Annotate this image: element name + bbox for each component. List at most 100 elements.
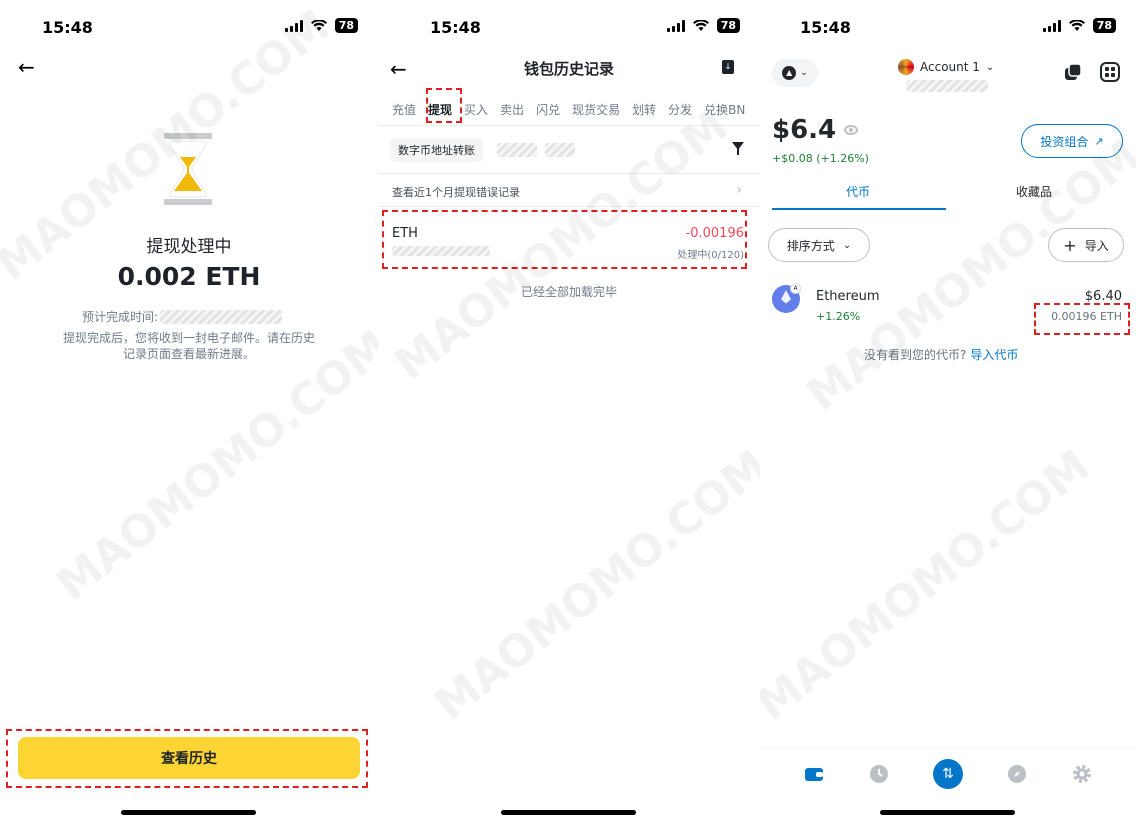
account-selector[interactable]: Account 1 ⌄ xyxy=(898,59,994,75)
status-time: 15:48 xyxy=(42,18,93,37)
qr-scan-icon[interactable] xyxy=(1100,62,1120,82)
metamask-wallet-screen: 15:48 78 ▲ ⌄ Account 1 ⌄ $6.4 +$0.08 (+1… xyxy=(760,0,1136,823)
sort-button[interactable]: 排序方式 ⌄ xyxy=(768,228,870,262)
filter-icon[interactable] xyxy=(732,142,744,155)
chevron-down-icon: ⌄ xyxy=(842,239,852,251)
status-icons: 78 xyxy=(1042,18,1116,33)
tab-transfer[interactable]: 划转 xyxy=(632,101,656,118)
divider xyxy=(378,173,760,174)
explore-compass-icon[interactable] xyxy=(1007,764,1027,784)
status-time: 15:48 xyxy=(430,18,481,37)
status-time: 15:48 xyxy=(800,18,851,37)
plus-icon: + xyxy=(1063,235,1077,255)
eta-row: 预计完成时间: xyxy=(82,308,283,325)
signal-icon xyxy=(284,19,303,32)
wifi-icon xyxy=(310,19,327,31)
chevron-down-icon: ⌄ xyxy=(985,61,995,73)
wallet-history-screen: 15:48 78 ← 钱包历史记录 ↓ 充值 提现 买入 卖出 闪兑 现货交易 … xyxy=(378,0,760,823)
redacted-eta xyxy=(160,309,283,324)
watermark: MAOMOMO.COM xyxy=(797,130,1136,421)
export-icon[interactable]: ↓ xyxy=(722,60,734,74)
signal-icon xyxy=(1042,19,1061,32)
tab-collectibles[interactable]: 收藏品 xyxy=(1016,183,1052,200)
status-bar: 15:48 78 xyxy=(0,16,378,40)
home-indicator xyxy=(880,810,1015,815)
wallet-icon[interactable] xyxy=(804,764,824,784)
network-icon: ▲ xyxy=(782,66,797,80)
token-fiat-value: $6.40 xyxy=(1084,289,1122,304)
external-link-icon: ↗ xyxy=(1094,134,1104,148)
network-selector[interactable]: ▲ ⌄ xyxy=(772,59,818,87)
eta-label: 预计完成时间: xyxy=(82,310,159,324)
copy-icon[interactable] xyxy=(1063,62,1083,82)
signal-icon xyxy=(666,19,685,32)
tab-tokens[interactable]: 代币 xyxy=(846,183,870,200)
redacted-filter xyxy=(545,143,575,157)
status-icons: 78 xyxy=(666,18,740,33)
home-indicator xyxy=(121,810,256,815)
balance-value: $6.4 xyxy=(772,115,837,145)
tab-buy[interactable]: 买入 xyxy=(464,101,488,118)
battery-icon: 78 xyxy=(1092,18,1116,33)
activity-clock-icon[interactable] xyxy=(869,764,889,784)
tabs-divider xyxy=(378,125,760,126)
withdraw-error-link[interactable]: 查看近1个月提现错误记录 › xyxy=(392,182,742,200)
portfolio-label: 投资组合 xyxy=(1040,134,1089,149)
highlight-box xyxy=(1034,303,1130,335)
chevron-right-icon: › xyxy=(736,182,742,198)
watermark: MAOMOMO.COM xyxy=(425,440,760,731)
wifi-icon xyxy=(1068,19,1085,31)
import-question: 没有看到您的代币? xyxy=(864,348,967,362)
sort-label: 排序方式 xyxy=(786,238,835,253)
tab-deposit[interactable]: 充值 xyxy=(392,101,416,118)
filter-bar: 数字币地址转账 xyxy=(390,136,748,164)
highlight-box xyxy=(426,88,462,123)
page-title: 钱包历史记录 xyxy=(523,60,614,78)
watermark: MAOMOMO.COM xyxy=(47,320,378,611)
redacted-filter xyxy=(497,143,537,157)
tab-spot-trade[interactable]: 现货交易 xyxy=(572,101,620,118)
account-avatar xyxy=(898,59,914,75)
status-bar: 15:48 78 xyxy=(378,16,760,40)
tab-bnb-convert[interactable]: 兑换BN xyxy=(704,101,745,118)
tab-convert[interactable]: 闪兑 xyxy=(536,101,560,118)
highlight-box xyxy=(6,729,368,788)
end-of-list-text: 已经全部加载完毕 xyxy=(520,285,617,299)
import-token-prompt: 没有看到您的代币? 导入代币 xyxy=(864,346,1018,363)
chevron-down-icon: ⌄ xyxy=(800,68,808,78)
token-name: Ethereum xyxy=(816,289,880,304)
status-icons: 78 xyxy=(284,18,358,33)
filter-chip[interactable]: 数字币地址转账 xyxy=(390,138,483,162)
withdraw-status-title: 提现处理中 xyxy=(146,237,232,257)
withdraw-note: 提现完成后，您将收到一封电子邮件。请在历史记录页面查看最新进展。 xyxy=(62,331,315,361)
back-arrow-icon[interactable]: ← xyxy=(18,55,35,79)
account-name: Account 1 xyxy=(920,60,980,74)
eye-icon[interactable] xyxy=(844,125,859,135)
total-balance: $6.4 xyxy=(772,115,859,145)
wifi-icon xyxy=(692,19,709,31)
home-indicator xyxy=(501,810,636,815)
settings-gear-icon[interactable] xyxy=(1072,764,1092,784)
import-token-link[interactable]: 导入代币 xyxy=(970,348,1018,362)
withdraw-error-label: 查看近1个月提现错误记录 xyxy=(392,186,520,199)
tab-distribution[interactable]: 分发 xyxy=(668,101,692,118)
highlight-box xyxy=(382,210,747,269)
active-tab-indicator xyxy=(772,208,946,210)
tab-sell[interactable]: 卖出 xyxy=(500,101,524,118)
token-change: +1.26% xyxy=(816,310,861,323)
watermark: MAOMOMO.COM xyxy=(760,440,1100,731)
status-bar: 15:48 78 xyxy=(760,16,1136,40)
withdraw-amount: 0.002 ETH xyxy=(117,262,261,291)
battery-icon: 78 xyxy=(334,18,358,33)
redacted-address xyxy=(906,80,988,92)
portfolio-button[interactable]: 投资组合 ↗ xyxy=(1021,124,1123,158)
battery-icon: 78 xyxy=(716,18,740,33)
swap-bridge-icon[interactable]: ⇅ xyxy=(932,758,963,789)
import-label: 导入 xyxy=(1084,238,1109,253)
withdraw-processing-screen: 15:48 78 ← 提现处理中 0.002 ETH 预计完成时间: 提现完成后… xyxy=(0,0,378,823)
network-badge-icon: A xyxy=(790,283,801,294)
hourglass-icon xyxy=(164,133,212,205)
import-button[interactable]: + 导入 xyxy=(1048,228,1124,262)
bottom-nav: ⇅ xyxy=(760,748,1136,798)
divider xyxy=(378,206,760,207)
